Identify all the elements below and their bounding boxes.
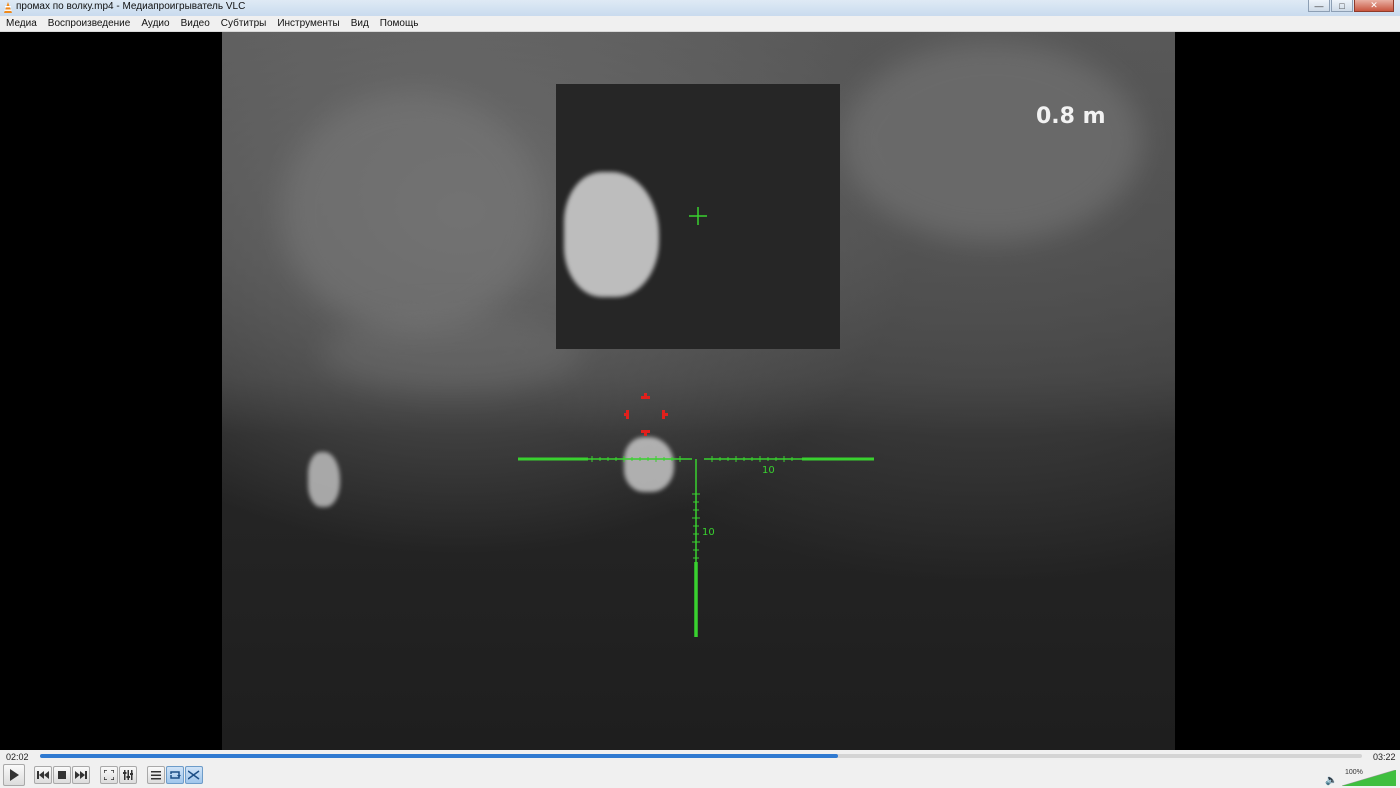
menu-video[interactable]: Видео (181, 18, 210, 29)
inset-crosshair-icon (689, 207, 707, 225)
elapsed-time: 02:02 (6, 752, 29, 762)
fullscreen-icon (104, 770, 114, 780)
loop-button[interactable] (166, 766, 184, 784)
control-bar: 02:02 03:22 100% 🔈 (0, 750, 1400, 788)
volume-slider[interactable] (1342, 770, 1396, 786)
menu-media[interactable]: Медиа (6, 18, 37, 29)
play-button[interactable] (3, 764, 25, 786)
previous-icon (37, 771, 49, 779)
playlist-button[interactable] (147, 766, 165, 784)
minimize-icon: — (1314, 0, 1324, 11)
menu-tools[interactable]: Инструменты (277, 18, 339, 29)
previous-button[interactable] (34, 766, 52, 784)
reticle-label-horizontal: 10 (762, 465, 775, 476)
title-bar: промах по волку.mp4 - Медиапроигрыватель… (0, 0, 1400, 17)
video-frame[interactable]: 0.8 m 10 10 (222, 32, 1175, 750)
close-icon: ✕ (1370, 0, 1378, 10)
stop-icon (58, 771, 66, 779)
menu-audio[interactable]: Аудио (141, 18, 169, 29)
maximize-button[interactable]: □ (1331, 0, 1353, 12)
stop-button[interactable] (53, 766, 71, 784)
extended-settings-button[interactable] (119, 766, 137, 784)
play-icon (10, 769, 19, 781)
random-button[interactable] (185, 766, 203, 784)
minimize-button[interactable]: — (1308, 0, 1330, 12)
seek-bar-fill (40, 754, 839, 758)
next-icon (75, 771, 87, 779)
menu-help[interactable]: Помощь (380, 18, 419, 29)
vlc-cone-icon (4, 2, 12, 13)
random-icon (188, 770, 200, 780)
reticle-crosshair-icon (518, 457, 874, 637)
speaker-icon[interactable]: 🔈 (1325, 775, 1337, 786)
playlist-icon (151, 770, 161, 779)
next-button[interactable] (72, 766, 90, 784)
video-area[interactable]: 0.8 m 10 10 (0, 32, 1400, 750)
seek-bar[interactable] (40, 754, 1362, 758)
close-button[interactable]: ✕ (1354, 0, 1394, 12)
fullscreen-button[interactable] (100, 766, 118, 784)
extended-settings-icon (123, 770, 133, 780)
total-time: 03:22 (1373, 752, 1396, 762)
menu-playback[interactable]: Воспроизведение (48, 18, 131, 29)
reticle-overlay: 10 10 (518, 207, 874, 637)
maximize-icon: □ (1339, 0, 1345, 11)
aim-marker-icon (624, 393, 668, 436)
menu-subtitles[interactable]: Субтитры (221, 18, 267, 29)
menu-bar: Медиа Воспроизведение Аудио Видео Субтит… (0, 16, 1400, 32)
menu-view[interactable]: Вид (351, 18, 369, 29)
reticle-label-vertical: 10 (702, 527, 715, 538)
loop-icon (170, 771, 181, 779)
window-title: промах по волку.mp4 - Медиапроигрыватель… (16, 1, 246, 12)
